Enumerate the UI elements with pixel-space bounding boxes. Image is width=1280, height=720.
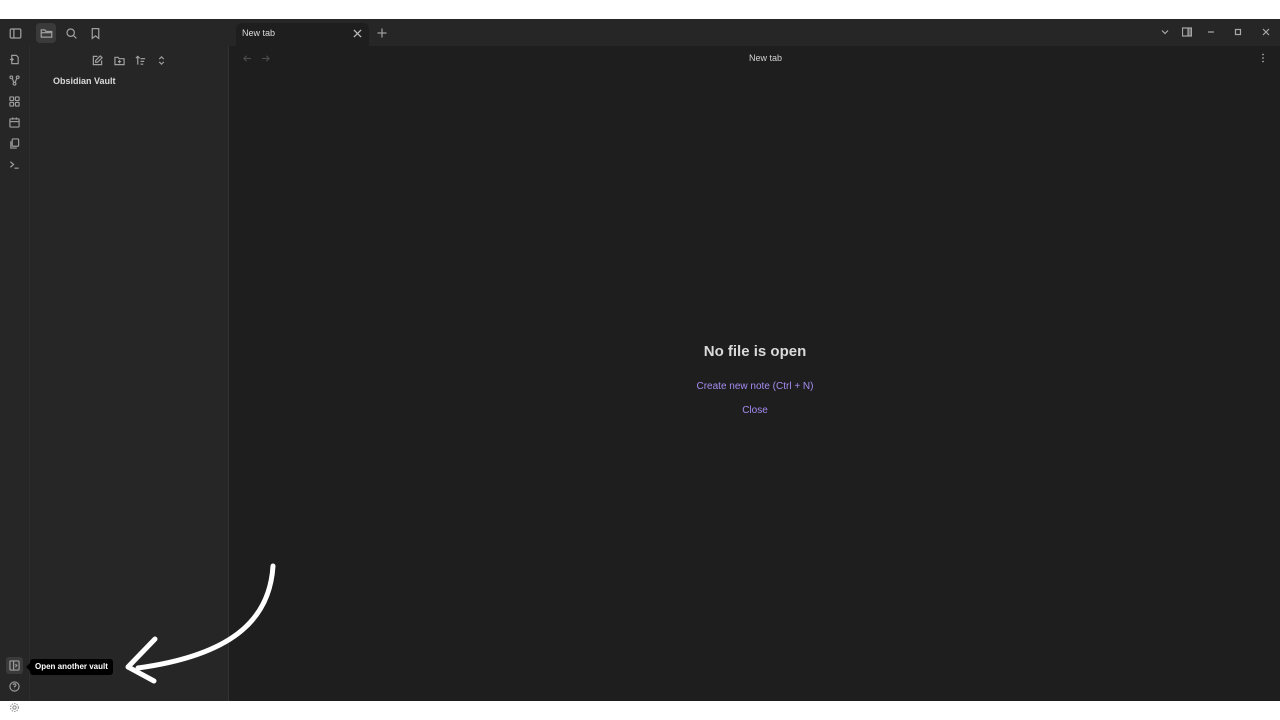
sidebar-right-icon[interactable] xyxy=(1179,25,1195,39)
more-options-icon[interactable] xyxy=(1259,52,1267,64)
close-link[interactable]: Close xyxy=(605,405,905,416)
annotation-arrow xyxy=(125,563,276,684)
bookmark-icon[interactable] xyxy=(85,23,105,43)
templates-icon[interactable] xyxy=(6,135,23,152)
plus-icon[interactable] xyxy=(374,26,390,40)
obsidian-app: New tab Obsidian Vault New tab No file i… xyxy=(0,19,1280,713)
new-folder-icon[interactable] xyxy=(111,52,127,68)
close-icon[interactable] xyxy=(350,26,364,40)
maximize-icon[interactable] xyxy=(1230,25,1246,39)
graph-view-icon[interactable] xyxy=(6,72,23,89)
open-vault-icon[interactable] xyxy=(6,657,23,674)
main-view: New tab No file is open Create new note … xyxy=(230,46,1280,701)
command-palette-icon[interactable] xyxy=(6,156,23,173)
title-bar: New tab xyxy=(0,19,1280,46)
tab-new-tab[interactable]: New tab xyxy=(236,23,369,46)
settings-icon[interactable] xyxy=(6,699,23,716)
create-new-note-link[interactable]: Create new note (Ctrl + N) xyxy=(605,381,905,392)
new-note-icon[interactable] xyxy=(89,52,105,68)
canvas-icon[interactable] xyxy=(6,93,23,110)
tab-title: New tab xyxy=(242,28,276,38)
folder-icon[interactable] xyxy=(36,23,56,43)
open-quick-switcher-icon[interactable] xyxy=(6,51,23,68)
minimize-icon[interactable] xyxy=(1203,25,1219,39)
sort-icon[interactable] xyxy=(132,52,148,68)
collapse-icon[interactable] xyxy=(153,52,169,68)
ribbon xyxy=(0,46,30,713)
help-icon[interactable] xyxy=(6,678,23,695)
tooltip: Open another vault xyxy=(26,659,113,675)
close-window-icon[interactable] xyxy=(1258,25,1274,39)
sidebar-toggle-icon[interactable] xyxy=(5,23,25,43)
search-icon[interactable] xyxy=(61,23,81,43)
daily-note-icon[interactable] xyxy=(6,114,23,131)
view-title: New tab xyxy=(748,53,783,63)
empty-state-title: No file is open xyxy=(703,343,807,360)
vault-name[interactable]: Obsidian Vault xyxy=(53,76,116,86)
chevron-down-icon[interactable] xyxy=(1157,25,1173,39)
